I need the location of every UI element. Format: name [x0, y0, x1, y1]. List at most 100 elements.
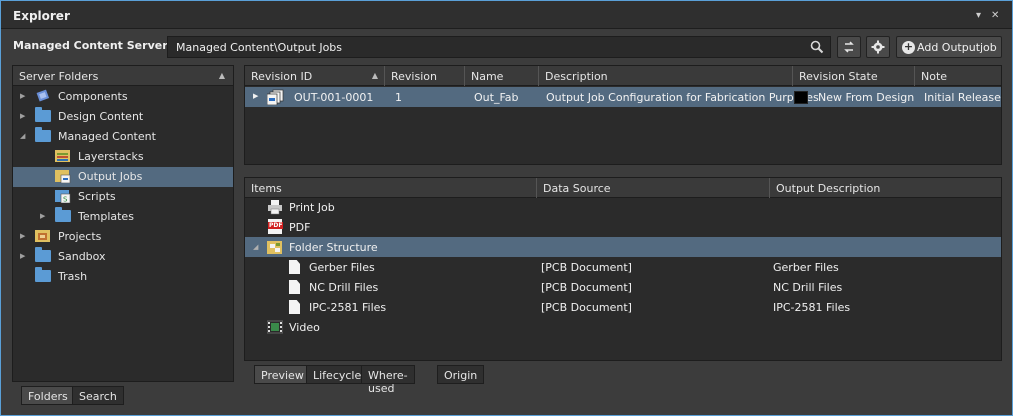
refresh-icon: [844, 41, 854, 53]
output-description-value: NC Drill Files: [773, 281, 843, 294]
tree-item-layerstacks[interactable]: Layerstacks: [13, 147, 233, 167]
window-title: Explorer: [13, 9, 70, 23]
tab-folders[interactable]: Folders: [21, 386, 75, 405]
server-selector[interactable]: Managed Content Server▼: [13, 39, 177, 52]
tree-item-label: Sandbox: [58, 250, 106, 263]
expand-arrow-icon[interactable]: ▶: [20, 232, 25, 240]
tree-item-templates[interactable]: ▶ Templates: [13, 207, 233, 227]
revision-row[interactable]: ▶ OUT-001-0001 1 Out_Fab Output Job Conf…: [245, 87, 1001, 107]
data-source-value: [PCB Document]: [541, 301, 632, 314]
folder-icon: [35, 247, 51, 263]
output-description-value: IPC-2581 Files: [773, 301, 851, 314]
revision-state-value: New From Design: [818, 91, 915, 104]
folder-structure-icon: [267, 241, 282, 254]
collapse-arrow-icon[interactable]: ◢: [253, 243, 258, 251]
outputjob-item-icon: [267, 89, 284, 105]
tree-item-projects[interactable]: ▶ Projects: [13, 227, 233, 247]
tree-item-output-jobs[interactable]: Output Jobs: [13, 167, 233, 187]
tree-item-label: Projects: [58, 230, 102, 243]
layerstack-folder-icon: [55, 150, 70, 162]
tab-lifecycle[interactable]: Lifecycle: [306, 365, 369, 384]
server-folders-header[interactable]: Server Folders ▲: [13, 66, 233, 86]
col-note[interactable]: Note: [915, 66, 1001, 86]
tree-item-sandbox[interactable]: ▶ Sandbox: [13, 247, 233, 267]
col-revision-id-label: Revision ID: [251, 70, 313, 83]
item-label: PDF: [289, 221, 311, 234]
document-icon: [287, 299, 303, 315]
expand-arrow-icon[interactable]: ▶: [20, 112, 25, 120]
revision-value: 1: [395, 91, 402, 104]
pin-menu-icon[interactable]: ▾: [976, 10, 981, 21]
title-bar: Explorer ▾ ✕: [1, 1, 1012, 29]
expand-arrow-icon[interactable]: ▶: [253, 92, 258, 100]
revisions-header: Revision ID ▲ Revision Name Description …: [245, 66, 1001, 86]
output-description-value: Gerber Files: [773, 261, 839, 274]
col-revision[interactable]: Revision: [385, 66, 465, 86]
search-icon[interactable]: [810, 40, 824, 54]
tab-origin[interactable]: Origin: [437, 365, 485, 384]
expand-arrow-icon[interactable]: ▶: [40, 212, 45, 220]
item-row-nc-drill-files[interactable]: NC Drill Files [PCB Document] NC Drill F…: [245, 277, 1001, 297]
revision-id-value: OUT-001-0001: [294, 91, 374, 104]
item-row-pdf[interactable]: PDF PDF: [245, 217, 1001, 237]
description-value: Output Job Configuration for Fabrication…: [546, 91, 819, 104]
items-header: Items Data Source Output Description: [245, 178, 1001, 198]
tab-where-used[interactable]: Where-used: [361, 365, 415, 395]
tree-item-managed-content[interactable]: ◢ Managed Content: [13, 127, 233, 147]
tree-item-label: Layerstacks: [78, 150, 144, 163]
item-label: Folder Structure: [289, 241, 378, 254]
col-description[interactable]: Description: [539, 66, 793, 86]
document-icon: [287, 259, 303, 275]
tree-item-label: Trash: [58, 270, 88, 283]
item-row-print-job[interactable]: Print Job: [245, 197, 1001, 217]
tree-item-label: Scripts: [78, 190, 116, 203]
state-color-swatch: [794, 91, 808, 104]
toolbar: Managed Content Server▼ Managed Content\…: [1, 30, 1012, 64]
item-row-gerber-files[interactable]: Gerber Files [PCB Document] Gerber Files: [245, 257, 1001, 277]
add-outputjob-label: Add Outputjob: [917, 41, 997, 54]
note-value: Initial Release: [924, 91, 1001, 104]
printer-icon: [268, 200, 282, 215]
expand-arrow-icon[interactable]: ▶: [20, 92, 25, 100]
item-label: NC Drill Files: [309, 281, 379, 294]
settings-button[interactable]: [866, 36, 890, 58]
col-revision-id[interactable]: Revision ID ▲: [245, 66, 385, 86]
item-row-ipc-2581-files[interactable]: IPC-2581 Files [PCB Document] IPC-2581 F…: [245, 297, 1001, 317]
expand-arrow-icon[interactable]: ▶: [20, 252, 25, 260]
tree-item-scripts[interactable]: S Scripts: [13, 187, 233, 207]
video-icon: [267, 320, 283, 334]
close-icon[interactable]: ✕: [991, 10, 999, 21]
outputjob-folder-icon: [55, 170, 71, 183]
collapse-arrow-icon[interactable]: ◢: [20, 132, 25, 140]
pdf-icon: PDF: [267, 219, 284, 235]
tree-item-label: Design Content: [58, 110, 144, 123]
tree-item-label: Components: [58, 90, 128, 103]
refresh-button[interactable]: [837, 36, 861, 58]
path-input-value: Managed Content\Output Jobs: [176, 41, 343, 54]
col-data-source[interactable]: Data Source: [537, 178, 770, 198]
data-source-value: [PCB Document]: [541, 281, 632, 294]
projects-folder-icon: [35, 230, 50, 242]
folder-icon: [35, 107, 51, 123]
folder-icon: [35, 127, 51, 143]
sort-up-icon: ▲: [371, 71, 378, 80]
add-outputjob-button[interactable]: + Add Outputjob: [896, 36, 1002, 58]
document-icon: [287, 279, 303, 295]
tree-item-components[interactable]: ▶ Components: [13, 87, 233, 107]
col-output-description[interactable]: Output Description: [770, 178, 1001, 198]
explorer-window: Explorer ▾ ✕ Managed Content Server▼ Man…: [0, 0, 1013, 416]
col-name[interactable]: Name: [465, 66, 539, 86]
tree-item-design-content[interactable]: ▶ Design Content: [13, 107, 233, 127]
item-row-video[interactable]: Video: [245, 317, 1001, 337]
tab-search[interactable]: Search: [72, 386, 124, 405]
col-items[interactable]: Items: [245, 178, 537, 198]
tree-item-label: Output Jobs: [78, 170, 143, 183]
item-row-folder-structure[interactable]: ◢ Folder Structure: [245, 237, 1001, 257]
col-revision-state[interactable]: Revision State: [793, 66, 915, 86]
path-input[interactable]: Managed Content\Output Jobs: [167, 36, 831, 58]
item-label: Video: [289, 321, 320, 334]
folder-icon: [35, 267, 51, 283]
tree-item-trash[interactable]: Trash: [13, 267, 233, 287]
tab-preview[interactable]: Preview: [254, 365, 311, 384]
components-icon: [36, 89, 50, 102]
